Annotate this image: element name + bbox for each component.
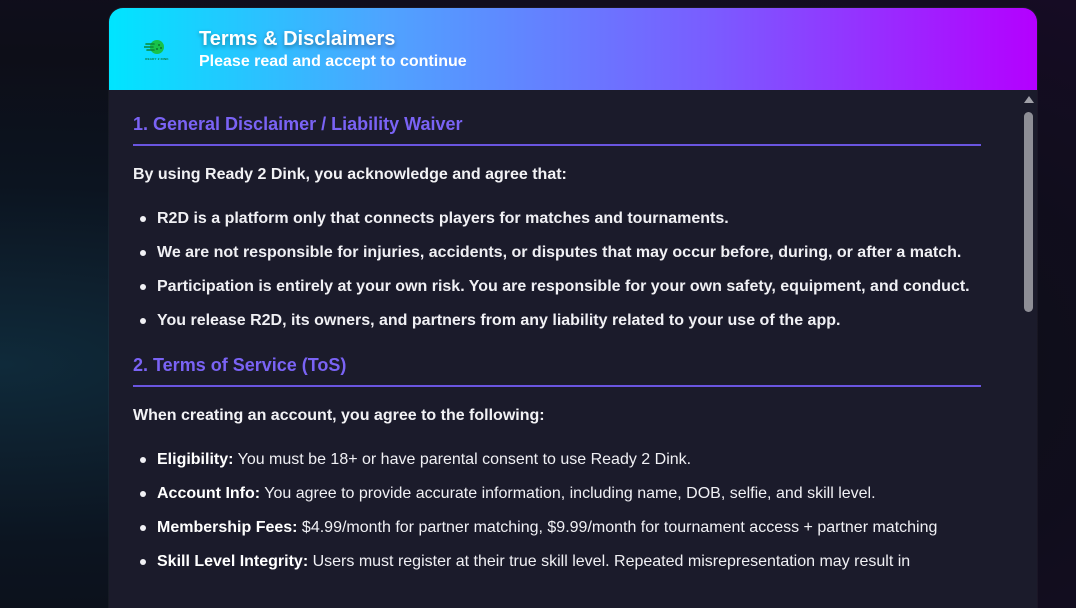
- item-desc: You must be 18+ or have parental consent…: [233, 451, 692, 468]
- pickleball-logo-icon: [144, 39, 164, 54]
- list-item: R2D is a platform only that connects pla…: [133, 206, 981, 231]
- scroll-thumb[interactable]: [1024, 112, 1033, 312]
- terms-content[interactable]: 1. General Disclaimer / Liability Waiver…: [109, 90, 1021, 608]
- modal-title: Terms & Disclaimers: [199, 28, 396, 50]
- item-term: Eligibility:: [157, 451, 234, 468]
- modal-header: READY 2 DINK Terms & Disclaimers Please …: [109, 8, 1037, 90]
- item-desc: You agree to provide accurate informatio…: [260, 485, 876, 502]
- section-liability: 1. General Disclaimer / Liability Waiver…: [133, 112, 981, 333]
- item-term: Skill Level Integrity:: [157, 553, 309, 570]
- item-term: Membership Fees:: [157, 519, 298, 536]
- section-tos: 2. Terms of Service (ToS) When creating …: [133, 353, 981, 574]
- list-item: Eligibility: You must be 18+ or have par…: [133, 447, 981, 472]
- logo-text: READY 2 DINK: [145, 56, 169, 61]
- list-item: Participation is entirely at your own ri…: [133, 274, 981, 299]
- list-item: Membership Fees: $4.99/month for partner…: [133, 515, 981, 540]
- terms-modal: READY 2 DINK Terms & Disclaimers Please …: [109, 8, 1037, 608]
- section-intro: By using Ready 2 Dink, you acknowledge a…: [133, 166, 567, 183]
- list-item: You release R2D, its owners, and partner…: [133, 308, 981, 333]
- section-title: 2. Terms of Service (ToS): [133, 353, 981, 387]
- item-term: Account Info:: [157, 485, 261, 502]
- section-intro: When creating an account, you agree to t…: [133, 407, 545, 424]
- list-item: Account Info: You agree to provide accur…: [133, 481, 981, 506]
- scroll-up-arrow-icon[interactable]: [1024, 96, 1034, 103]
- item-desc: Users must register at their true skill …: [308, 553, 911, 570]
- modal-subtitle: Please read and accept to continue: [199, 53, 467, 70]
- list-item: Skill Level Integrity: Users must regist…: [133, 549, 981, 574]
- scrollbar[interactable]: [1021, 90, 1037, 608]
- list-item: We are not responsible for injuries, acc…: [133, 240, 981, 265]
- section-title: 1. General Disclaimer / Liability Waiver: [133, 112, 981, 146]
- item-desc: $4.99/month for partner matching, $9.99/…: [297, 519, 938, 536]
- tos-list: Eligibility: You must be 18+ or have par…: [133, 447, 981, 574]
- app-logo: READY 2 DINK: [139, 31, 175, 67]
- liability-list: R2D is a platform only that connects pla…: [133, 206, 981, 333]
